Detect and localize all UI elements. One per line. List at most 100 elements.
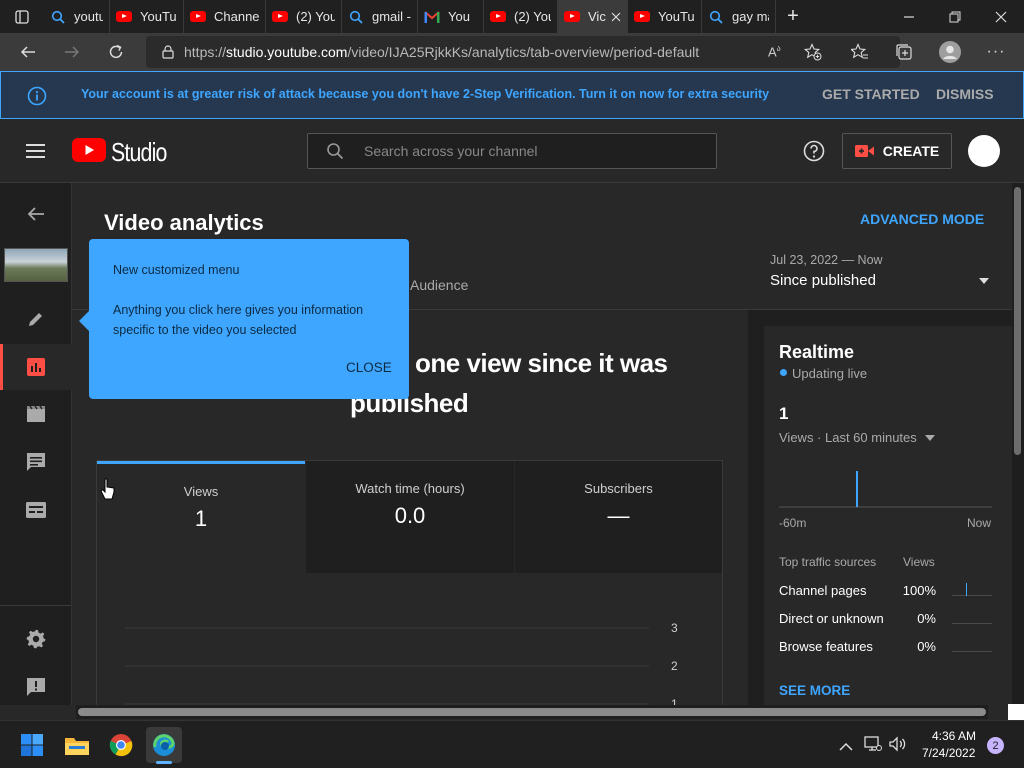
add-favorite-icon[interactable] (803, 43, 822, 64)
traffic-views-col: Views (903, 555, 935, 569)
browser-tab[interactable]: Vic (558, 0, 628, 33)
comments-button[interactable] (0, 439, 72, 485)
video-thumbnail[interactable] (4, 248, 68, 282)
browser-tab-label: YouTub (140, 9, 177, 24)
close-window-button[interactable] (978, 0, 1024, 33)
get-started-button[interactable]: GET STARTED (822, 86, 920, 102)
traffic-source-name: Channel pages (779, 583, 867, 598)
browser-tab[interactable]: youtub (44, 0, 110, 33)
traffic-source-value: 0% (917, 611, 936, 626)
browser-tab[interactable]: (2) You (266, 0, 342, 33)
clock-date[interactable]: 7/24/2022 (922, 746, 975, 760)
network-icon[interactable] (864, 736, 882, 757)
browser-tab-label: Channe (214, 9, 259, 24)
browser-tab[interactable]: YouTub (110, 0, 184, 33)
traffic-source-name: Browse features (779, 639, 873, 654)
metric-card-views[interactable]: Views 1 (97, 461, 305, 573)
gmail-icon (424, 9, 440, 25)
browser-tab[interactable]: gmail - (342, 0, 418, 33)
address-bar[interactable]: https://studio.youtube.com/video/IJA25Rj… (146, 36, 900, 68)
browser-tab[interactable]: Channe (184, 0, 266, 33)
realtime-metric-selector[interactable]: Views · Last 60 minutes (779, 430, 935, 445)
back-to-content-button[interactable] (0, 191, 72, 237)
browser-tab-label: YouTub (658, 9, 695, 24)
create-label: CREATE (882, 143, 940, 159)
chart-y-tick-label: 1 (671, 697, 678, 705)
browser-tab-label: Vic (588, 9, 606, 24)
file-explorer-icon[interactable] (59, 727, 95, 763)
chart-y-tick-label: 2 (671, 659, 678, 673)
more-options-icon[interactable]: ··· (976, 33, 1016, 71)
studio-logo-text: Studio (111, 137, 167, 167)
browser-tab[interactable]: (2) You (484, 0, 558, 33)
youtube-icon (116, 9, 132, 25)
metric-card-subscribers[interactable]: Subscribers — (515, 461, 722, 573)
youtube-logo-icon (72, 138, 106, 167)
chevron-up-icon[interactable] (839, 739, 853, 757)
channel-avatar[interactable] (968, 135, 1000, 167)
realtime-bar-chart (779, 471, 992, 508)
video-camera-icon (854, 144, 875, 158)
vertical-scrollbar[interactable] (1012, 183, 1024, 705)
security-banner: Your account is at greater risk of attac… (0, 71, 1024, 119)
search-input[interactable]: Search across your channel (307, 133, 717, 169)
dismiss-button[interactable]: DISMISS (936, 86, 994, 102)
minimize-button[interactable] (886, 0, 932, 33)
browser-tab[interactable]: gay ma (702, 0, 776, 33)
restore-button[interactable] (932, 0, 978, 33)
traffic-header: Top traffic sources (779, 555, 877, 569)
new-tab-button[interactable]: + (776, 0, 810, 33)
tab-actions-icon[interactable] (0, 0, 44, 33)
traffic-source-bar-track (952, 651, 992, 652)
read-aloud-icon[interactable]: Aა (768, 44, 781, 59)
traffic-source-name: Direct or unknown (779, 611, 884, 626)
clock-time[interactable]: 4:36 AM (932, 729, 976, 743)
menu-icon[interactable] (26, 143, 46, 164)
browser-tab-label: gay ma (732, 9, 769, 24)
browser-tab-label: gmail - (372, 9, 411, 24)
tab-audience[interactable]: Audience (410, 277, 468, 293)
refresh-button[interactable] (94, 33, 138, 71)
profile-icon[interactable] (930, 33, 970, 71)
create-button[interactable]: CREATE (842, 133, 952, 169)
traffic-source-value: 0% (917, 639, 936, 654)
back-button[interactable] (6, 33, 50, 71)
metric-value: — (607, 503, 630, 528)
help-icon[interactable] (803, 140, 825, 167)
volume-icon[interactable] (889, 736, 907, 757)
browser-tab[interactable]: You (418, 0, 484, 33)
edge-icon[interactable] (146, 727, 182, 764)
traffic-source-row[interactable]: Channel pages 100% (779, 583, 999, 603)
traffic-source-row[interactable]: Browse features 0% (779, 639, 999, 659)
forward-button[interactable] (50, 33, 94, 71)
close-tab-icon[interactable] (611, 12, 621, 22)
period-label: Since published (770, 272, 876, 289)
metric-label: Views (183, 484, 219, 499)
tooltip-body-line-1: Anything you click here gives you inform… (113, 303, 364, 317)
lock-icon[interactable] (162, 45, 174, 59)
details-edit-button[interactable] (0, 296, 72, 342)
chrome-icon[interactable] (103, 727, 139, 763)
see-more-button[interactable]: SEE MORE (779, 683, 850, 698)
notification-badge[interactable]: 2 (987, 737, 1004, 754)
studio-logo[interactable]: Studio (72, 137, 179, 168)
send-feedback-button[interactable] (0, 664, 72, 710)
favorites-icon[interactable] (840, 33, 880, 71)
date-range: Jul 23, 2022 — Now (770, 253, 883, 267)
date-range-picker[interactable]: Jul 23, 2022 — Now Since published (770, 253, 992, 297)
settings-button[interactable] (0, 616, 72, 662)
advanced-mode-button[interactable]: ADVANCED MODE (860, 211, 984, 227)
horizontal-scrollbar[interactable] (76, 705, 988, 719)
start-button[interactable] (14, 727, 50, 763)
axis-start: -60m (779, 516, 807, 530)
editor-button[interactable] (0, 391, 72, 437)
collections-icon[interactable] (884, 33, 924, 71)
analytics-button[interactable] (0, 344, 72, 390)
traffic-source-row[interactable]: Direct or unknown 0% (779, 611, 999, 631)
metric-card-watch[interactable]: Watch time (hours) 0.0 (306, 461, 514, 573)
subtitles-button[interactable] (0, 487, 72, 533)
url-host: studio.youtube.com (226, 44, 348, 60)
browser-tab[interactable]: YouTub (628, 0, 702, 33)
search-icon (348, 9, 364, 25)
tooltip-close-button[interactable]: CLOSE (346, 360, 392, 375)
